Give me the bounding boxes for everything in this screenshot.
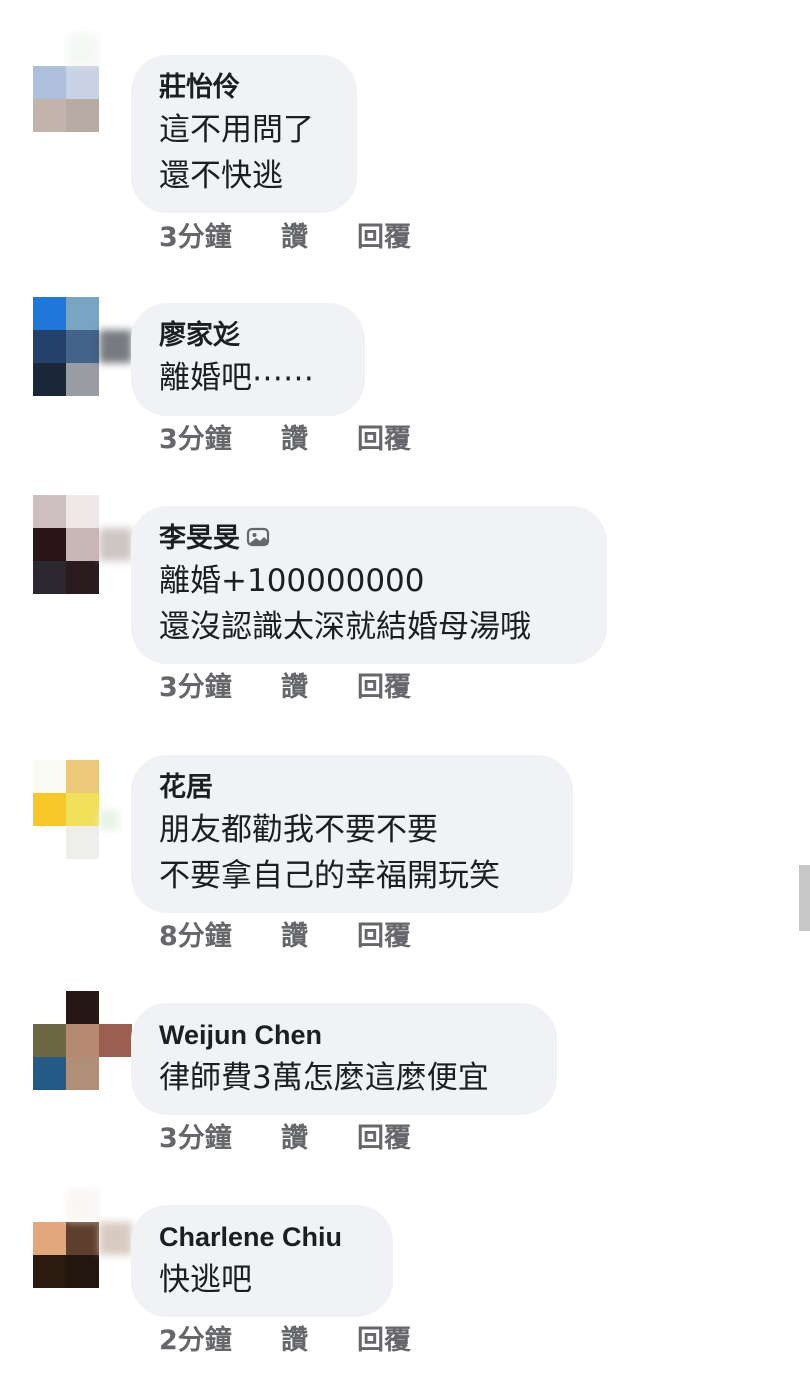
like-button[interactable]: 讚 (281, 420, 308, 460)
comment-timestamp[interactable]: 8分鐘 (159, 917, 232, 957)
comment-text-line: 律師費3萬怎麼這麼便宜 (159, 1060, 489, 1096)
comment-author[interactable]: 花居 (159, 767, 545, 807)
like-button[interactable]: 讚 (281, 668, 308, 708)
comment-timestamp[interactable]: 3分鐘 (159, 218, 232, 258)
comment-author: 李旻旻 (159, 518, 579, 558)
comment-text-line: 還不快逃 (159, 158, 283, 194)
comment-bubble: Charlene Chiu 快逃吧 (131, 1205, 393, 1317)
avatar[interactable] (33, 33, 99, 132)
reply-button[interactable]: 回覆 (357, 218, 411, 258)
avatar[interactable] (33, 1189, 132, 1288)
comment-text-line: 快逃吧 (159, 1262, 252, 1298)
comment-text-line: 不要拿自己的幸福開玩笑 (159, 858, 500, 894)
comment-bubble: 莊怡伶 這不用問了 還不快逃 (131, 55, 357, 213)
like-button[interactable]: 讚 (281, 218, 308, 258)
reply-button[interactable]: 回覆 (357, 1321, 411, 1361)
comment-bubble: Weijun Chen 律師費3萬怎麼這麼便宜 (131, 1003, 557, 1115)
comment-text-line: 朋友都勸我不要不要 (159, 812, 438, 848)
comment-author[interactable]: Weijun Chen (159, 1015, 529, 1055)
like-button[interactable]: 讚 (281, 917, 308, 957)
comment-text-line: 還沒認識太深就結婚母湯哦 (159, 609, 531, 645)
avatar[interactable] (33, 495, 132, 594)
reply-button[interactable]: 回覆 (357, 1119, 411, 1159)
avatar[interactable] (33, 991, 132, 1090)
comment-author[interactable]: 廖家彣 (159, 315, 337, 355)
reply-button[interactable]: 回覆 (357, 668, 411, 708)
reply-button[interactable]: 回覆 (357, 420, 411, 460)
comment-timestamp[interactable]: 3分鐘 (159, 668, 232, 708)
comment-text-line: 離婚吧⋯⋯ (159, 360, 314, 396)
comment-author[interactable]: Charlene Chiu (159, 1217, 365, 1257)
comment-timestamp[interactable]: 3分鐘 (159, 1119, 232, 1159)
avatar[interactable] (33, 760, 119, 859)
avatar[interactable] (33, 297, 132, 396)
scrollbar-thumb[interactable] (799, 865, 810, 931)
reply-button[interactable]: 回覆 (357, 917, 411, 957)
comment-text-line: 這不用問了 (159, 112, 314, 148)
comment-author-name[interactable]: 李旻旻 (159, 523, 240, 553)
like-button[interactable]: 讚 (281, 1119, 308, 1159)
like-button[interactable]: 讚 (281, 1321, 308, 1361)
comment-bubble: 李旻旻 離婚+100000000 還沒認識太深就結婚母湯哦 (131, 506, 607, 664)
comment-author[interactable]: 莊怡伶 (159, 67, 329, 107)
comment-bubble: 花居 朋友都勸我不要不要 不要拿自己的幸福開玩笑 (131, 755, 573, 913)
comment-timestamp[interactable]: 3分鐘 (159, 420, 232, 460)
comment-bubble: 廖家彣 離婚吧⋯⋯ (131, 303, 365, 416)
comment-text-line: 離婚+100000000 (159, 563, 425, 599)
comment-timestamp[interactable]: 2分鐘 (159, 1321, 232, 1361)
sticker-comment-icon (246, 527, 270, 547)
